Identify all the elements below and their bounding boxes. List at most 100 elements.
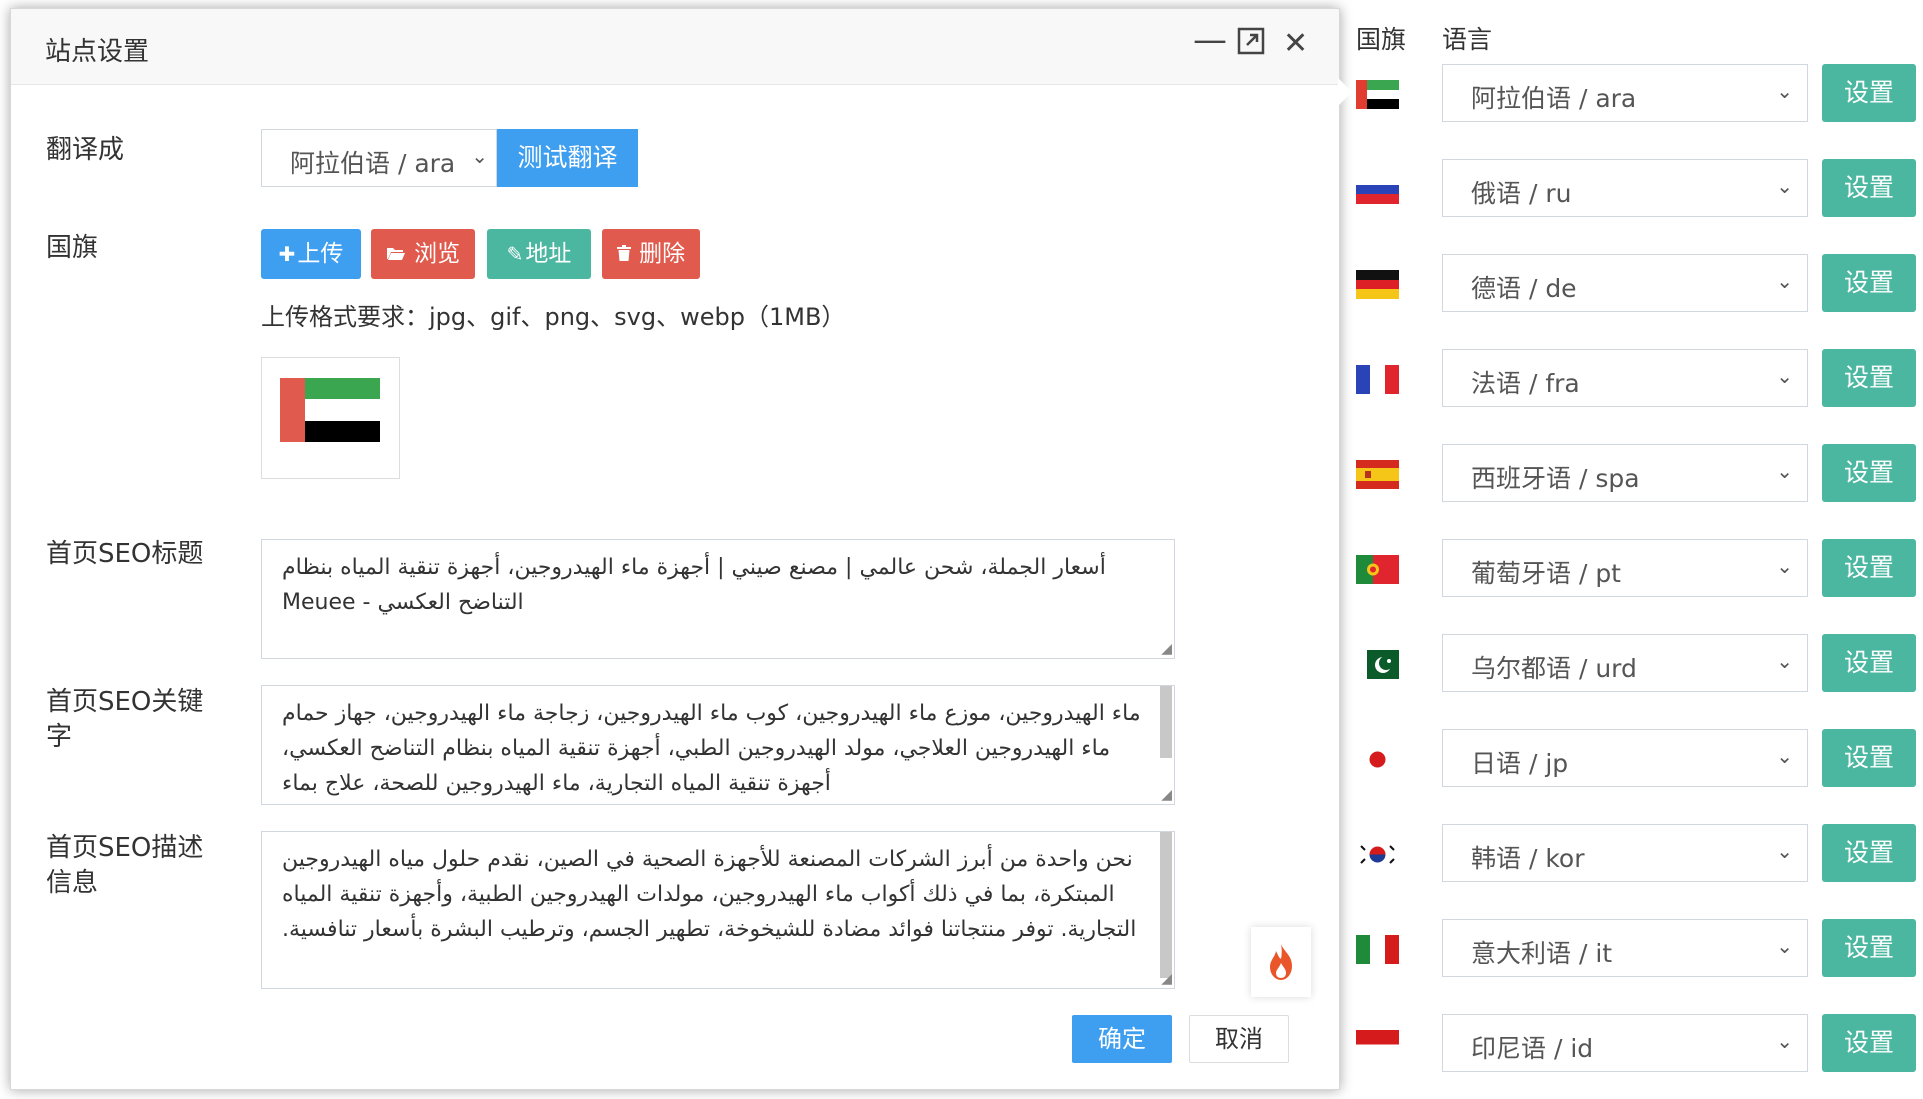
- site-settings-dialog: 站点设置 — ✕ 翻译成 阿拉伯语 / ara ⌄ 测试翻译 国旗 ✚上传 浏览…: [10, 8, 1340, 1090]
- flag-column-header: 国旗: [1356, 25, 1407, 54]
- pakistan-flag-icon: [1356, 650, 1399, 679]
- edit-icon: ✎: [506, 242, 524, 266]
- minimize-icon[interactable]: —: [1193, 23, 1227, 57]
- language-row-it: 意大利语 / it ⌄ 设置: [1352, 919, 1923, 981]
- language-select[interactable]: 西班牙语 / spa ⌄: [1442, 444, 1808, 502]
- language-select-value: 葡萄牙语 / pt: [1471, 559, 1621, 588]
- seo-title-text: أسعار الجملة، شحن عالمي | مصنع صيني | أج…: [282, 555, 1106, 615]
- flag-label: 国旗: [46, 233, 99, 263]
- dialog-title: 站点设置: [45, 37, 150, 67]
- dialog-header: 站点设置 — ✕: [11, 9, 1339, 85]
- language-row-fra: 法语 / fra ⌄ 设置: [1352, 349, 1923, 411]
- textarea-scrollbar[interactable]: [1160, 686, 1172, 758]
- language-select[interactable]: 葡萄牙语 / pt ⌄: [1442, 539, 1808, 597]
- delete-button[interactable]: 删除: [602, 229, 700, 279]
- chevron-down-icon: ⌄: [1776, 554, 1793, 578]
- set-button[interactable]: 设置: [1822, 539, 1916, 597]
- seo-title-label: 首页SEO标题: [46, 539, 204, 569]
- language-column-header: 语言: [1442, 25, 1493, 54]
- chevron-down-icon: ⌄: [1776, 744, 1793, 768]
- dialog-pointer: [1338, 78, 1352, 106]
- translate-language-select[interactable]: 阿拉伯语 / ara ⌄: [261, 129, 497, 187]
- resize-handle-icon[interactable]: ◢: [1161, 788, 1172, 802]
- language-select-value: 韩语 / kor: [1471, 844, 1585, 873]
- chevron-down-icon: ⌄: [1776, 174, 1793, 198]
- browse-button[interactable]: 浏览: [371, 229, 475, 279]
- textarea-scrollbar[interactable]: [1160, 832, 1172, 978]
- language-row-kor: 韩语 / kor ⌄ 设置: [1352, 824, 1923, 886]
- confirm-button[interactable]: 确定: [1072, 1015, 1172, 1063]
- chevron-down-icon: ⌄: [1776, 269, 1793, 293]
- chevron-down-icon: ⌄: [1776, 1029, 1793, 1053]
- set-button[interactable]: 设置: [1822, 64, 1916, 122]
- address-button-label: 地址: [525, 241, 572, 267]
- language-row-ara: 阿拉伯语 / ara ⌄ 设置: [1352, 64, 1923, 126]
- uae-flag-icon: [1356, 80, 1399, 109]
- seo-keywords-label: 首页SEO关键字: [46, 687, 204, 752]
- seo-description-textarea[interactable]: نحن واحدة من أبرز الشركات المصنعة للأجهز…: [261, 831, 1175, 989]
- france-flag-icon: [1356, 365, 1399, 394]
- delete-button-label: 删除: [639, 241, 686, 267]
- test-translate-button[interactable]: 测试翻译: [497, 129, 638, 187]
- fire-widget[interactable]: [1251, 927, 1311, 997]
- language-row-jp: 日语 / jp ⌄ 设置: [1352, 729, 1923, 791]
- language-select[interactable]: 意大利语 / it ⌄: [1442, 919, 1808, 977]
- seo-description-text: نحن واحدة من أبرز الشركات المصنعة للأجهز…: [282, 847, 1137, 942]
- translate-select-value: 阿拉伯语 / ara: [290, 149, 456, 178]
- spain-flag-icon: [1356, 460, 1399, 489]
- language-select[interactable]: 法语 / fra ⌄: [1442, 349, 1808, 407]
- folder-open-icon: [386, 242, 412, 266]
- upload-button[interactable]: ✚上传: [261, 229, 361, 279]
- set-button[interactable]: 设置: [1822, 1014, 1916, 1072]
- translate-label: 翻译成: [46, 135, 125, 165]
- maximize-icon[interactable]: [1237, 27, 1265, 61]
- seo-keywords-text: ماء الهيدروجين، موزع ماء الهيدروجين، كوب…: [282, 701, 1141, 796]
- language-row-urd: 乌尔都语 / urd ⌄ 设置: [1352, 634, 1923, 696]
- set-button[interactable]: 设置: [1822, 634, 1916, 692]
- set-button[interactable]: 设置: [1822, 824, 1916, 882]
- set-button[interactable]: 设置: [1822, 444, 1916, 502]
- korea-flag-icon: [1356, 840, 1399, 869]
- language-select[interactable]: 日语 / jp ⌄: [1442, 729, 1808, 787]
- set-button[interactable]: 设置: [1822, 919, 1916, 977]
- close-icon[interactable]: ✕: [1283, 29, 1308, 59]
- seo-title-textarea[interactable]: أسعار الجملة، شحن عالمي | مصنع صيني | أج…: [261, 539, 1175, 659]
- set-button[interactable]: 设置: [1822, 254, 1916, 312]
- language-row-spa: 西班牙语 / spa ⌄ 设置: [1352, 444, 1923, 506]
- resize-handle-icon[interactable]: ◢: [1161, 642, 1172, 656]
- chevron-down-icon: ⌄: [1776, 934, 1793, 958]
- address-button[interactable]: ✎地址: [487, 229, 591, 279]
- language-row-pt: 葡萄牙语 / pt ⌄ 设置: [1352, 539, 1923, 601]
- language-select[interactable]: 阿拉伯语 / ara ⌄: [1442, 64, 1808, 122]
- chevron-down-icon: ⌄: [1776, 459, 1793, 483]
- language-select[interactable]: 乌尔都语 / urd ⌄: [1442, 634, 1808, 692]
- seo-keywords-textarea[interactable]: ماء الهيدروجين، موزع ماء الهيدروجين، كوب…: [261, 685, 1175, 805]
- language-select-value: 俄语 / ru: [1471, 179, 1572, 208]
- chevron-down-icon: ⌄: [1776, 79, 1793, 103]
- set-button[interactable]: 设置: [1822, 729, 1916, 787]
- portugal-flag-icon: [1356, 555, 1399, 584]
- language-select-value: 印尼语 / id: [1471, 1034, 1594, 1063]
- language-row-ru: 俄语 / ru ⌄ 设置: [1352, 159, 1923, 221]
- chevron-down-icon: ⌄: [1776, 839, 1793, 863]
- plus-icon: ✚: [278, 242, 296, 266]
- indonesia-flag-icon: [1356, 1030, 1399, 1059]
- set-button[interactable]: 设置: [1822, 349, 1916, 407]
- language-select-value: 日语 / jp: [1471, 749, 1569, 778]
- language-select[interactable]: 俄语 / ru ⌄: [1442, 159, 1808, 217]
- resize-handle-icon[interactable]: ◢: [1161, 972, 1172, 986]
- chevron-down-icon: ⌄: [1776, 364, 1793, 388]
- language-select[interactable]: 印尼语 / id ⌄: [1442, 1014, 1808, 1072]
- germany-flag-icon: [1356, 270, 1399, 299]
- language-select-value: 意大利语 / it: [1471, 939, 1613, 968]
- language-select-value: 西班牙语 / spa: [1471, 464, 1640, 493]
- trash-icon: [616, 242, 637, 266]
- cancel-button[interactable]: 取消: [1189, 1015, 1289, 1063]
- language-select[interactable]: 韩语 / kor ⌄: [1442, 824, 1808, 882]
- language-select[interactable]: 德语 / de ⌄: [1442, 254, 1808, 312]
- russia-flag-icon: [1356, 175, 1399, 204]
- fire-icon: [1270, 944, 1292, 980]
- browse-button-label: 浏览: [414, 241, 461, 267]
- set-button[interactable]: 设置: [1822, 159, 1916, 217]
- language-select-value: 法语 / fra: [1471, 369, 1580, 398]
